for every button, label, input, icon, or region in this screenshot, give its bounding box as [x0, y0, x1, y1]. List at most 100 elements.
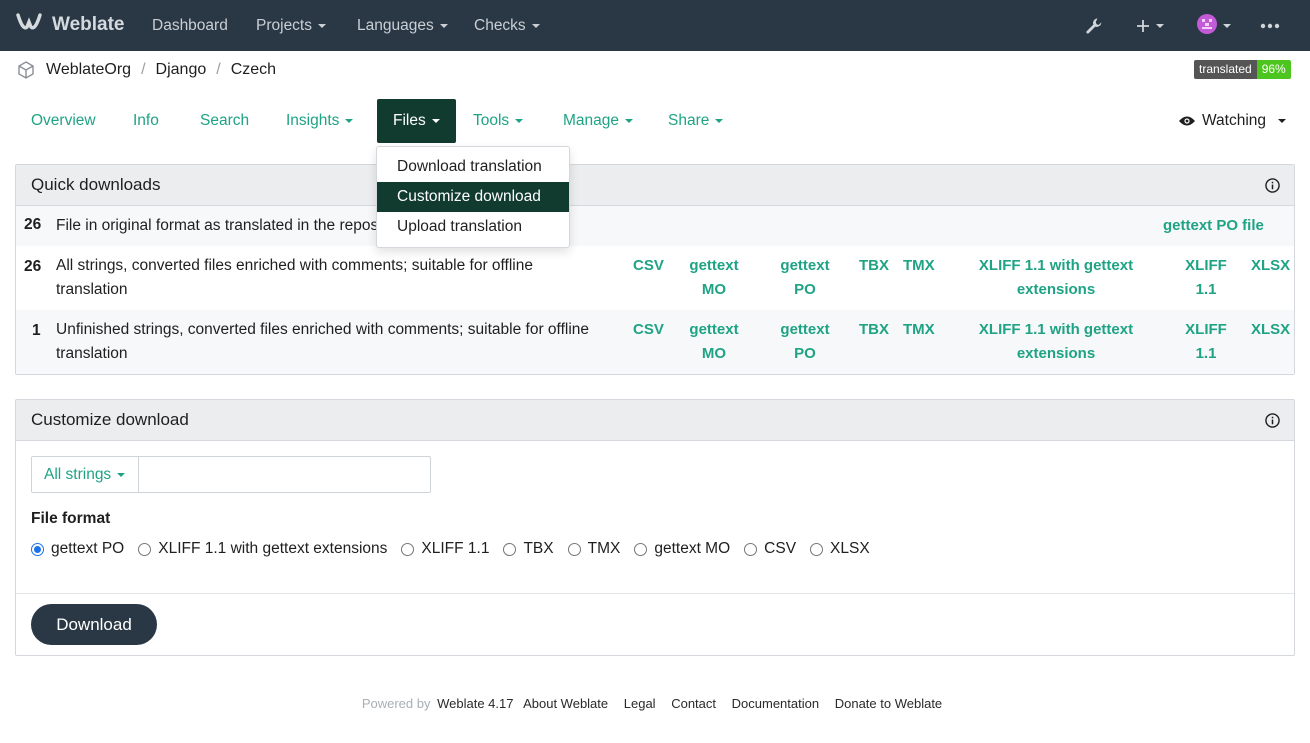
nav-dashboard[interactable]: Dashboard [152, 0, 228, 51]
divider [16, 593, 1294, 594]
download-tmx-link[interactable]: TMX [903, 318, 935, 342]
format-label: 1.1 [1195, 281, 1217, 298]
table-row: 26 File in original format as translated… [16, 206, 1294, 246]
radio-label: XLSX [830, 540, 870, 557]
format-radio-gettext-mo[interactable]: gettext MO [634, 540, 730, 558]
download-csv-link[interactable]: CSV [633, 318, 664, 342]
breadcrumb-project[interactable]: WeblateOrg [46, 61, 131, 79]
chevron-down-icon [431, 118, 440, 123]
format-radio-xliff-gettext[interactable]: XLIFF 1.1 with gettext extensions [138, 540, 387, 558]
nav-checks[interactable]: Checks [474, 0, 540, 51]
format-label: gettext [689, 257, 739, 274]
radio-button[interactable] [634, 542, 648, 556]
row-description-line: All strings, converted files enriched wi… [56, 257, 533, 274]
format-radio-csv[interactable]: CSV [744, 540, 796, 558]
radio-label: CSV [764, 540, 797, 557]
download-gettext-mo-link[interactable]: gettext MO [686, 318, 742, 366]
watch-button[interactable]: Watching [1178, 99, 1287, 143]
download-xliff-gettext-link[interactable]: XLIFF 1.1 with gettext extensions [976, 254, 1136, 302]
menu-item-upload-translation[interactable]: Upload translation [377, 212, 569, 242]
row-count: 26 [24, 216, 42, 233]
tab-tools[interactable]: Tools [473, 99, 524, 143]
download-xliff-link[interactable]: XLIFF 1.1 [1182, 254, 1230, 302]
format-label: XLIFF 1.1 with gettext [978, 257, 1134, 274]
download-xliff-gettext-link[interactable]: XLIFF 1.1 with gettext extensions [976, 318, 1136, 366]
chevron-down-icon [117, 472, 126, 477]
menu-item-customize-download[interactable]: Customize download [377, 182, 569, 212]
download-tmx-link[interactable]: TMX [903, 254, 935, 278]
footer-link-donate[interactable]: Donate to Weblate [835, 696, 942, 711]
format-radio-xliff[interactable]: XLIFF 1.1 [401, 540, 489, 558]
badge-label: translated [1194, 60, 1257, 79]
tab-info[interactable]: Info [133, 99, 159, 143]
tab-insights[interactable]: Insights [286, 99, 354, 143]
format-label: gettext [689, 321, 739, 338]
footer: Powered by Weblate 4.17 About Weblate Le… [0, 696, 1310, 711]
avatar [1197, 13, 1217, 38]
row-description-line: translation [56, 345, 128, 362]
download-tbx-link[interactable]: TBX [859, 254, 889, 278]
download-xlsx-link[interactable]: XLSX [1251, 254, 1290, 278]
tab-manage[interactable]: Manage [563, 99, 634, 143]
info-icon[interactable] [1265, 412, 1280, 428]
footer-link-about[interactable]: About Weblate [523, 696, 608, 711]
download-csv-link[interactable]: CSV [633, 254, 664, 278]
chevron-down-icon [318, 23, 326, 28]
breadcrumb-component[interactable]: Django [156, 61, 207, 79]
radio-button[interactable] [744, 542, 758, 556]
footer-link-legal[interactable]: Legal [624, 696, 656, 711]
files-dropdown-menu: Download translation Customize download … [376, 146, 570, 248]
download-gettext-po-file-link[interactable]: gettext PO file [1163, 214, 1264, 238]
info-icon[interactable] [1265, 177, 1280, 193]
nav-projects-label: Projects [256, 17, 312, 34]
format-radio-tmx[interactable]: TMX [567, 540, 620, 558]
nav-languages[interactable]: Languages [357, 0, 448, 51]
format-label: gettext [780, 321, 830, 338]
watch-label: Watching [1202, 112, 1267, 129]
format-label: MO [701, 345, 727, 362]
radio-label: XLIFF 1.1 [421, 540, 490, 557]
download-gettext-po-link[interactable]: gettext PO [777, 254, 833, 302]
string-filter-dropdown[interactable]: All strings [31, 456, 139, 493]
format-label: XLIFF [1185, 257, 1227, 274]
translated-badge[interactable]: translated 96% [1194, 60, 1291, 79]
tab-overview[interactable]: Overview [31, 99, 96, 143]
table-row: 26 All strings, converted files enriched… [16, 246, 1294, 310]
download-tbx-link[interactable]: TBX [859, 318, 889, 342]
download-xliff-link[interactable]: XLIFF 1.1 [1182, 318, 1230, 366]
more-menu-icon[interactable] [1260, 0, 1280, 51]
radio-button[interactable] [810, 542, 824, 556]
footer-link-contact[interactable]: Contact [671, 696, 716, 711]
breadcrumb-separator: / [216, 61, 221, 78]
radio-label: TBX [523, 540, 554, 557]
radio-button[interactable] [31, 542, 44, 556]
menu-item-download-translation[interactable]: Download translation [377, 152, 569, 182]
weblate-logo-icon [16, 11, 42, 39]
radio-button[interactable] [503, 542, 517, 556]
format-radio-tbx[interactable]: TBX [503, 540, 554, 558]
download-gettext-po-link[interactable]: gettext PO [777, 318, 833, 366]
user-menu[interactable] [1197, 0, 1231, 51]
format-radio-xlsx[interactable]: XLSX [810, 540, 870, 558]
tab-search[interactable]: Search [200, 99, 249, 143]
radio-button[interactable] [567, 542, 581, 556]
nav-projects[interactable]: Projects [256, 0, 326, 51]
brand[interactable]: Weblate [16, 12, 125, 38]
format-radio-gettext-po[interactable]: gettext PO [31, 540, 124, 558]
download-gettext-mo-link[interactable]: gettext MO [686, 254, 742, 302]
radio-button[interactable] [401, 542, 415, 556]
search-query-input[interactable] [138, 456, 431, 493]
tab-files[interactable]: Files [377, 99, 456, 143]
footer-link-weblate-version[interactable]: Weblate 4.17 [437, 696, 513, 711]
tab-share[interactable]: Share [668, 99, 724, 143]
download-xlsx-link[interactable]: XLSX [1251, 318, 1290, 342]
download-button[interactable]: Download [31, 604, 157, 645]
breadcrumb-language[interactable]: Czech [231, 61, 276, 79]
radio-button[interactable] [138, 542, 152, 556]
format-label: 1.1 [1195, 345, 1217, 362]
add-menu[interactable] [1136, 0, 1164, 51]
tab-share-label: Share [668, 112, 710, 129]
wrench-icon[interactable] [1085, 0, 1103, 51]
brand-name: Weblate [52, 14, 125, 35]
footer-link-documentation[interactable]: Documentation [732, 696, 819, 711]
